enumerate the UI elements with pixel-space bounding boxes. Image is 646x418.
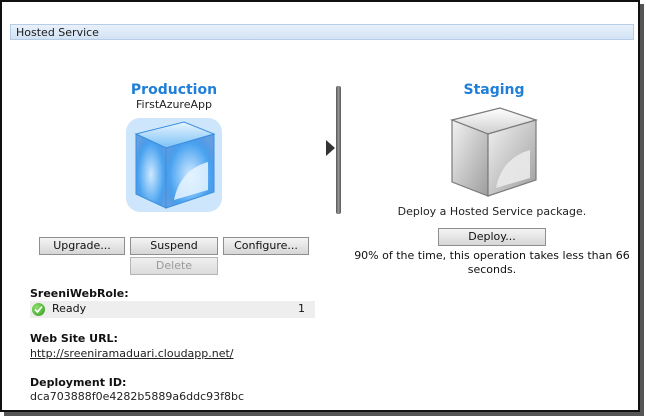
website-url-link[interactable]: http://sreeniramaduari.cloudapp.net/ xyxy=(30,347,234,360)
website-url-label: Web Site URL: xyxy=(30,332,118,345)
configure-button[interactable]: Configure... xyxy=(223,237,309,255)
swap-arrow-icon[interactable] xyxy=(326,140,335,156)
production-app-name: FirstAzureApp xyxy=(136,98,212,111)
role-status-row: Ready 1 xyxy=(30,301,315,318)
staging-cube-icon xyxy=(450,107,539,197)
role-name: SreeniWebRole: xyxy=(30,287,129,300)
deployment-id-label: Deployment ID: xyxy=(30,376,127,389)
deploy-duration-note: 90% of the time, this operation takes le… xyxy=(354,249,630,276)
ready-check-icon xyxy=(32,303,45,316)
panel-title: Hosted Service xyxy=(16,26,99,39)
environment-divider xyxy=(336,86,341,214)
window-frame: Hosted Service Production FirstAzureApp … xyxy=(0,0,640,412)
window-shadow-right xyxy=(640,4,644,416)
panel-header: Hosted Service xyxy=(10,24,634,40)
production-cube-icon xyxy=(126,118,222,212)
window-shadow-bottom xyxy=(4,412,644,416)
role-instance-count: 1 xyxy=(298,302,305,315)
role-status: Ready xyxy=(52,302,87,315)
suspend-button[interactable]: Suspend xyxy=(130,237,218,255)
production-title: Production xyxy=(130,82,218,98)
staging-title: Staging xyxy=(463,82,525,98)
staging-description: Deploy a Hosted Service package. xyxy=(397,205,587,218)
delete-button[interactable]: Delete xyxy=(130,257,218,275)
upgrade-button[interactable]: Upgrade... xyxy=(39,237,125,255)
deployment-id-value: dca703888f0e4282b5889a6ddc93f8bc xyxy=(30,390,245,403)
deploy-button[interactable]: Deploy... xyxy=(438,228,546,246)
